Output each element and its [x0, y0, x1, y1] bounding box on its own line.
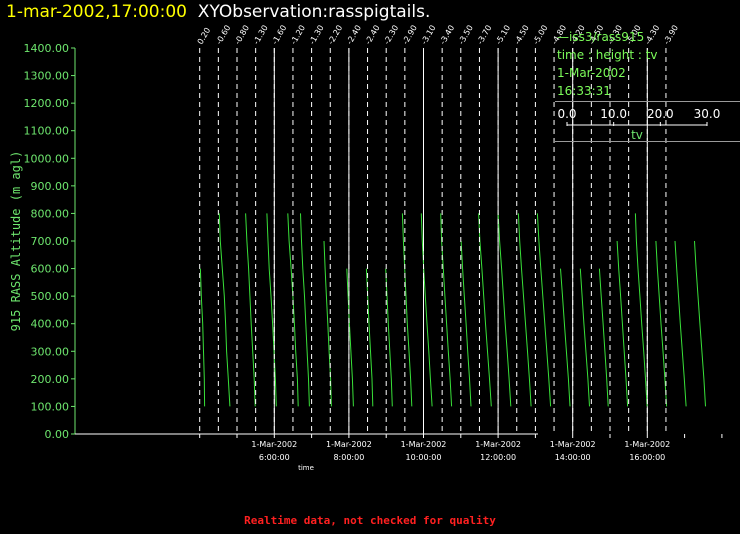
y-tick-label: 400.00 — [31, 318, 70, 331]
profile-label: -1.20 — [289, 24, 307, 46]
x-tick-time: 14:00:00 — [555, 453, 591, 462]
x-tick-time: 12:00:00 — [480, 453, 516, 462]
profile-label: -2.30 — [382, 24, 400, 46]
profile-label: -4.50 — [513, 24, 531, 46]
profile-label: -4.30 — [643, 24, 661, 46]
profile-trace — [218, 213, 231, 407]
x-tick-date: 1-Mar-2002 — [326, 440, 372, 449]
profile-trace — [266, 213, 277, 407]
legend-tv-scale: 0.0 10.0 20.0 30.0 tv — [557, 107, 721, 142]
x-tick-time: 16:00:00 — [629, 453, 665, 462]
y-tick-label: 900.00 — [31, 180, 70, 193]
legend-divider-top — [555, 101, 740, 102]
x-tick-time: 8:00:00 — [333, 453, 364, 462]
profile-label: -3.10 — [419, 24, 437, 46]
y-tick-label: 1300.00 — [24, 70, 70, 83]
legend-scale-label: 30.0 — [694, 107, 721, 121]
profile-label: -1.60 — [270, 24, 288, 46]
profile-trace — [460, 240, 472, 407]
profile-label: 0.20 — [196, 26, 213, 46]
legend-series: —iss3/rass915 — [557, 30, 645, 44]
profile-trace — [199, 268, 206, 407]
legend-scale-title: tv — [631, 128, 643, 142]
profile-trace — [300, 213, 310, 407]
profile-trace — [245, 213, 256, 407]
y-tick-label: 800.00 — [31, 207, 70, 220]
rass-profile-chart[interactable]: 0.00 100.00 200.00 300.00 400.00 500.00 600.00… — [0, 0, 740, 534]
profile-label: -3.40 — [438, 24, 456, 46]
profile-label: -1.30 — [252, 24, 270, 46]
profile-label: -0.80 — [233, 24, 251, 46]
profile-label: -3.90 — [662, 24, 680, 46]
y-tick-label: 1000.00 — [24, 152, 70, 165]
x-tick-time: 10:00:00 — [406, 453, 442, 462]
legend-series-name: iss3/rass915 — [569, 30, 645, 44]
legend-vars: time : height : tv — [557, 48, 658, 62]
y-tick-label: 0.00 — [45, 428, 70, 441]
profile-trace — [346, 268, 354, 407]
profile-label: -1.30 — [308, 24, 326, 46]
y-axis-title: 915 RASS Altitude (m agl) — [9, 151, 23, 332]
profile-trace — [634, 213, 648, 407]
profile-trace — [598, 268, 609, 407]
y-tick-label: 500.00 — [31, 290, 70, 303]
y-tick-label: 1200.00 — [24, 97, 70, 110]
profile-label: -0.60 — [214, 24, 232, 46]
y-tick-label: 1100.00 — [24, 125, 70, 138]
x-tick-date: 1-Mar-2002 — [475, 440, 521, 449]
profile-label: -2.40 — [363, 24, 381, 46]
profile-trace — [536, 213, 552, 407]
x-tick-date: 1-Mar-2002 — [401, 440, 447, 449]
profile-trace — [420, 213, 433, 407]
x-tick-date: 1-Mar-2002 — [251, 440, 297, 449]
profile-trace — [401, 213, 413, 407]
y-tick-label: 700.00 — [31, 235, 70, 248]
y-tick-label: 300.00 — [31, 345, 70, 358]
y-tick-label: 1400.00 — [24, 42, 70, 55]
legend-time: 16:33:31 — [557, 84, 611, 98]
y-tick-label: 100.00 — [31, 400, 70, 413]
profile-label: -5.10 — [494, 24, 512, 46]
profile-label: -3.50 — [457, 24, 475, 46]
profile-trace — [694, 240, 706, 407]
quality-warning: Realtime data, not checked for quality — [244, 514, 496, 527]
y-tick-label: 200.00 — [31, 373, 70, 386]
profile-trace — [579, 268, 590, 407]
x-tick-date: 1-Mar-2002 — [550, 440, 596, 449]
profile-label: -3.70 — [475, 24, 493, 46]
x-tick-time: 6:00:00 — [259, 453, 290, 462]
x-axis-title: time — [298, 464, 314, 472]
profile-trace — [497, 213, 512, 407]
profile-label: -2.40 — [345, 24, 363, 46]
profile-trace — [655, 240, 668, 407]
legend-date: 1-Mar-2002 — [557, 66, 626, 80]
legend-scale-label: 0.0 — [557, 107, 576, 121]
profile-trace — [517, 213, 532, 407]
legend-scale-label: 10.0 — [600, 107, 627, 121]
profile-trace — [478, 213, 492, 407]
profile-trace — [616, 240, 629, 407]
legend-scale-label: 20.0 — [647, 107, 674, 121]
profile-trace — [560, 268, 571, 407]
profile-label: -5.00 — [531, 24, 549, 46]
profile-label: -2.90 — [401, 24, 419, 46]
profile-label: -2.20 — [326, 24, 344, 46]
profile-trace — [674, 240, 687, 407]
legend-divider-bottom — [555, 141, 740, 142]
x-tick-date: 1-Mar-2002 — [624, 440, 670, 449]
y-tick-label: 600.00 — [31, 263, 70, 276]
